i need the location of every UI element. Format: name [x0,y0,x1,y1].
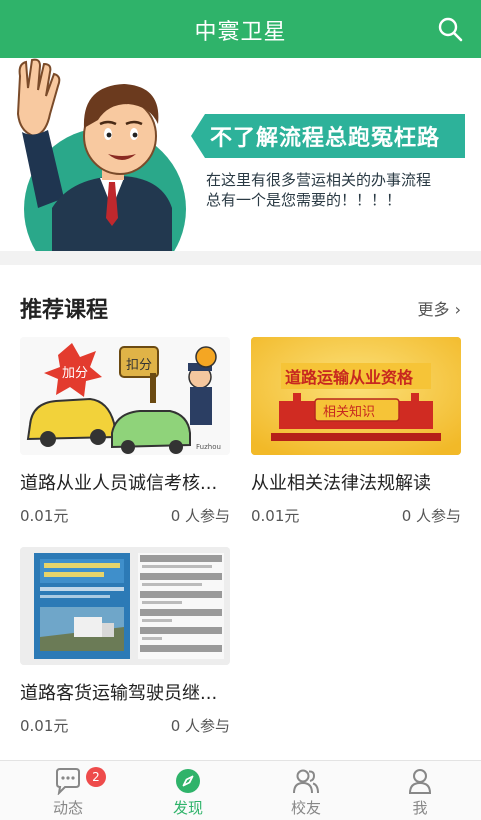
course-participants: 0 人参与 [170,507,230,525]
course-title[interactable]: 从业相关法律法规解读 [251,469,461,495]
course-title[interactable]: 道路从业人员诚信考核... [20,469,230,495]
thumb-label-1: 加分 [62,366,88,381]
banner-subtitle: 在这里有很多营运相关的办事流程 总有一个是您需要的！！！！ [206,170,466,210]
course-meta: 0.01元 0 人参与 [251,505,461,525]
course-price: 0.01元 [251,507,300,525]
app-title: 中寰卫星 [194,20,287,45]
thumb-label-2: 扣分 [126,358,152,373]
course-card[interactable]: 加分 扣分 Fuzhou 道路从业人员诚信考核... 0.01元 0 人参与 [20,337,230,525]
svg-text:Fuzhou: Fuzhou [196,443,221,451]
promo-banner[interactable]: 不了解流程总跑冤枉路 在这里有很多营运相关的办事流程 总有一个是您需要的！！！！ [0,58,481,251]
businessman-illustration [16,58,172,251]
course-meta: 0.01元 0 人参与 [20,505,230,525]
compass-icon [176,769,200,793]
course-card[interactable]: 道路客货运输驾驶员继... 0.01元 0 人参与 [20,547,230,735]
people-icon [293,769,319,794]
course-card[interactable]: 道路运输从业资格 相关知识 从业相关法律法规解读 0.01元 0 人参与 [251,337,461,525]
course-meta: 0.01元 0 人参与 [20,715,230,735]
course-price: 0.01元 [20,717,69,735]
course-thumbnail: 道路运输从业资格 相关知识 [251,337,461,455]
more-link[interactable]: 更多 › [418,296,462,320]
tab-alumni[interactable]: 校友 [246,761,366,820]
app-header: 中寰卫星 [0,0,481,58]
road-transport-banner: 道路运输从业资格 相关知识 [251,337,461,455]
course-participants: 0 人参与 [170,717,230,735]
course-price: 0.01元 [20,507,69,525]
tab-label: 校友 [290,799,321,817]
tab-dynamics[interactable]: 2 动态 [8,761,128,820]
chat-icon [56,768,80,795]
section-title: 推荐课程 [20,298,109,323]
thumb-title: 道路运输从业资格 [285,368,414,387]
notification-badge: 2 [86,767,106,787]
course-thumbnail [20,547,230,665]
banner-subtitle-line-2: 总有一个是您需要的！！！！ [206,191,402,209]
tab-me[interactable]: 我 [360,761,480,820]
search-icon[interactable] [437,16,463,42]
thumb-subtitle: 相关知识 [323,404,375,420]
banner-subtitle-line-1: 在这里有很多营运相关的办事流程 [206,171,432,189]
person-icon [408,769,432,794]
tab-label: 我 [412,799,428,817]
banner-headline: 不了解流程总跑冤枉路 [210,126,441,151]
book-cover-photo [20,547,230,665]
cartoon-traffic-illustration: 加分 扣分 Fuzhou [20,337,230,455]
bottom-tab-bar: 2 动态 发现 校友 我 [0,760,481,820]
section-divider [0,251,481,265]
tab-label: 发现 [172,799,203,817]
tab-label: 动态 [52,799,83,817]
tab-discover[interactable]: 发现 [128,761,248,820]
course-thumbnail: 加分 扣分 Fuzhou [20,337,230,455]
course-participants: 0 人参与 [401,507,461,525]
course-title[interactable]: 道路客货运输驾驶员继... [20,679,230,705]
